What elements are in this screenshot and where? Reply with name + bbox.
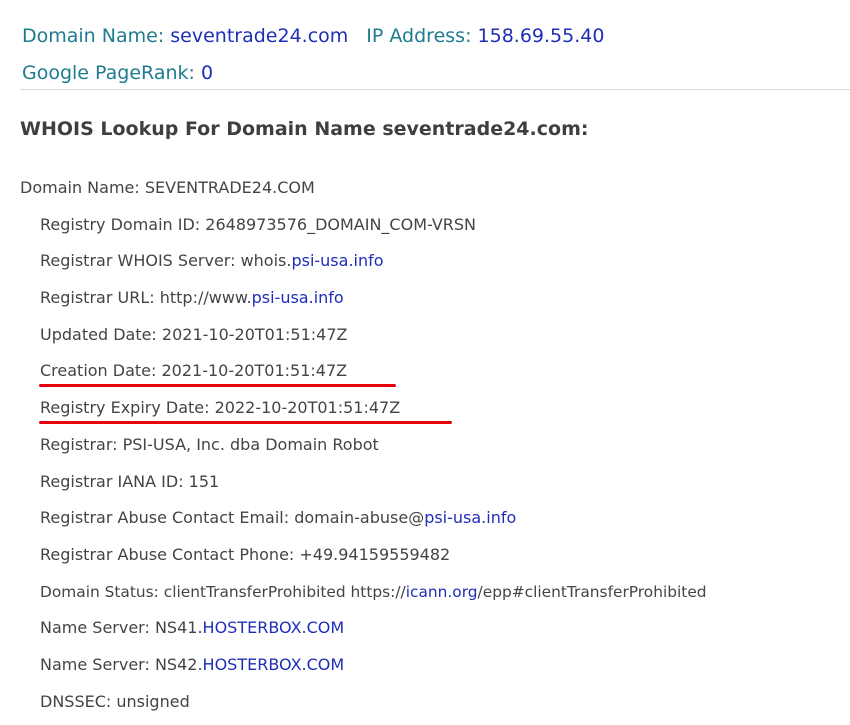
- whois-domain-name-text: Domain Name: SEVENTRADE24.COM: [20, 178, 315, 197]
- whois-registrar: Registrar: PSI-USA, Inc. dba Domain Robo…: [20, 432, 707, 469]
- whois-dnssec-text: DNSSEC: unsigned: [40, 691, 190, 711]
- whois-abuse-email: Registrar Abuse Contact Email: domain-ab…: [20, 505, 707, 542]
- whois-name-server-2-link[interactable]: HOSTERBOX.COM: [203, 655, 345, 674]
- whois-domain-name: Domain Name: SEVENTRADE24.COM: [20, 175, 707, 212]
- whois-abuse-email-prefix: Registrar Abuse Contact Email: domain-ab…: [40, 508, 425, 528]
- expiry-date-red-underline: [39, 421, 452, 425]
- whois-abuse-phone-text: Registrar Abuse Contact Phone: +49.94159…: [40, 544, 451, 564]
- whois-registry-domain-id: Registry Domain ID: 2648973576_DOMAIN_CO…: [20, 212, 707, 249]
- domain-summary: Domain Name: seventrade24.com IP Address:…: [22, 18, 604, 92]
- whois-heading: WHOIS Lookup For Domain Name seventrade2…: [20, 118, 589, 140]
- creation-date-red-underline: [39, 384, 396, 388]
- section-divider: [20, 89, 850, 90]
- whois-server-link[interactable]: psi-usa.info: [291, 251, 383, 270]
- whois-expiry-date: Registry Expiry Date: 2022-10-20T01:51:4…: [20, 395, 707, 432]
- whois-iana-id: Registrar IANA ID: 151: [20, 469, 707, 506]
- summary-line-1: Domain Name: seventrade24.com IP Address:…: [22, 18, 604, 55]
- whois-registry-domain-id-text: Registry Domain ID: 2648973576_DOMAIN_CO…: [40, 214, 477, 234]
- domain-name-value[interactable]: seventrade24.com: [170, 25, 348, 47]
- whois-domain-status-suffix: /epp#clientTransferProhibited: [477, 582, 707, 601]
- whois-name-server-1-link[interactable]: HOSTERBOX.COM: [203, 618, 345, 637]
- whois-registrar-url-prefix: Registrar URL: http://www.: [40, 288, 252, 308]
- whois-creation-date: Creation Date: 2021-10-20T01:51:47Z: [20, 358, 707, 395]
- domain-name-label: Domain Name:: [22, 25, 165, 47]
- whois-iana-id-text: Registrar IANA ID: 151: [40, 471, 220, 491]
- pagerank-value: 0: [200, 62, 214, 84]
- whois-name-server-1: Name Server: NS41.HOSTERBOX.COM: [20, 615, 707, 652]
- whois-server: Registrar WHOIS Server: whois.psi-usa.in…: [20, 248, 707, 285]
- whois-abuse-phone: Registrar Abuse Contact Phone: +49.94159…: [20, 542, 707, 579]
- whois-name-server-2-prefix: Name Server: NS42.: [40, 654, 203, 674]
- pagerank-label: Google PageRank:: [22, 62, 195, 84]
- whois-abuse-email-link[interactable]: psi-usa.info: [424, 508, 516, 527]
- whois-domain-status-prefix: Domain Status: clientTransferProhibited …: [40, 582, 406, 601]
- whois-creation-date-text: Creation Date: 2021-10-20T01:51:47Z: [40, 361, 348, 381]
- whois-name-server-1-prefix: Name Server: NS41.: [40, 618, 203, 638]
- whois-server-prefix: Registrar WHOIS Server: whois.: [40, 251, 292, 271]
- whois-registrar-url: Registrar URL: http://www.psi-usa.info: [20, 285, 707, 322]
- whois-domain-status-link[interactable]: icann.org: [406, 583, 478, 601]
- ip-address-label: IP Address:: [366, 25, 472, 47]
- whois-domain-status: Domain Status: clientTransferProhibited …: [20, 579, 707, 616]
- whois-registrar-text: Registrar: PSI-USA, Inc. dba Domain Robo…: [40, 434, 379, 454]
- ip-address-value[interactable]: 158.69.55.40: [478, 25, 605, 47]
- whois-name-server-2: Name Server: NS42.HOSTERBOX.COM: [20, 652, 707, 689]
- whois-updated-date: Updated Date: 2021-10-20T01:51:47Z: [20, 322, 707, 359]
- whois-expiry-date-text: Registry Expiry Date: 2022-10-20T01:51:4…: [40, 398, 401, 418]
- whois-record: Domain Name: SEVENTRADE24.COM Registry D…: [20, 175, 707, 725]
- whois-dnssec: DNSSEC: unsigned: [20, 689, 707, 725]
- whois-registrar-url-link[interactable]: psi-usa.info: [252, 288, 344, 307]
- whois-updated-date-text: Updated Date: 2021-10-20T01:51:47Z: [40, 324, 348, 344]
- summary-line-2: Google PageRank: 0: [22, 55, 604, 92]
